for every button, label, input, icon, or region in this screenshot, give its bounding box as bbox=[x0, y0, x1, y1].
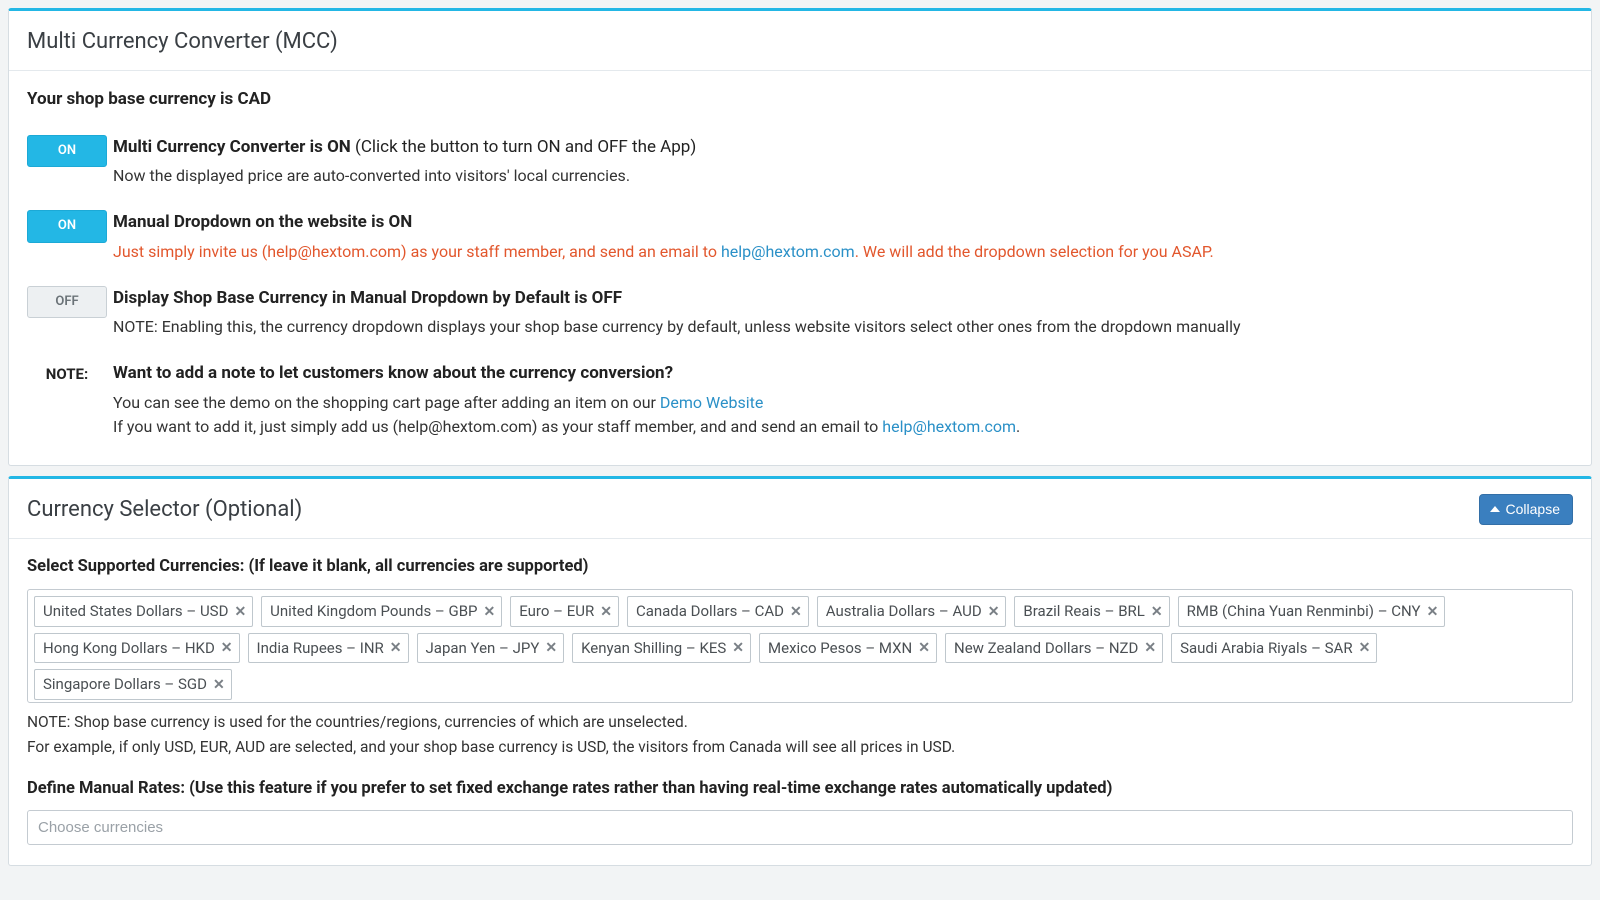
currency-tag: Canada Dollars – CAD ✕ bbox=[627, 596, 809, 627]
demo-website-link[interactable]: Demo Website bbox=[660, 393, 763, 412]
remove-tag-icon[interactable]: ✕ bbox=[234, 605, 246, 619]
setting-manual-dropdown: ON Manual Dropdown on the website is ON … bbox=[27, 210, 1573, 264]
toggle-display-base[interactable]: OFF bbox=[27, 286, 107, 319]
currency-tag-label: RMB (China Yuan Renminbi) – CNY bbox=[1187, 600, 1421, 623]
panel-mcc-body: Your shop base currency is CAD ON Multi … bbox=[9, 71, 1591, 465]
setting-manual-warn: Just simply invite us (help@hextom.com) … bbox=[113, 240, 1573, 264]
setting-app-title: Multi Currency Converter is ON (Click th… bbox=[113, 135, 1573, 161]
chevron-up-icon bbox=[1490, 506, 1500, 512]
currency-tag-label: Mexico Pesos – MXN bbox=[768, 637, 912, 660]
currency-tag: Japan Yen – JPY ✕ bbox=[417, 633, 565, 664]
currency-tag-label: Canada Dollars – CAD bbox=[636, 600, 784, 623]
remove-tag-icon[interactable]: ✕ bbox=[484, 605, 496, 619]
currency-tag-label: Kenyan Shilling – KES bbox=[581, 637, 726, 660]
toggle-manual-dropdown[interactable]: ON bbox=[27, 210, 107, 243]
currency-tag-label: United States Dollars – USD bbox=[43, 600, 228, 623]
remove-tag-icon[interactable]: ✕ bbox=[1151, 605, 1163, 619]
currency-tag-label: New Zealand Dollars – NZD bbox=[954, 637, 1138, 660]
panel-selector-body: Select Supported Currencies: (If leave i… bbox=[9, 539, 1591, 866]
note-title: Want to add a note to let customers know… bbox=[113, 361, 1573, 387]
currency-tag-label: Brazil Reais – BRL bbox=[1023, 600, 1144, 623]
remove-tag-icon[interactable]: ✕ bbox=[790, 605, 802, 619]
remove-tag-icon[interactable]: ✕ bbox=[221, 641, 233, 655]
currency-tag-label: Euro – EUR bbox=[519, 600, 594, 623]
setting-note: NOTE: Want to add a note to let customer… bbox=[27, 361, 1573, 439]
toggle-app[interactable]: ON bbox=[27, 135, 107, 168]
setting-app-desc: Now the displayed price are auto-convert… bbox=[113, 164, 1573, 188]
select-currencies-label: Select Supported Currencies: (If leave i… bbox=[27, 555, 1573, 580]
remove-tag-icon[interactable]: ✕ bbox=[600, 605, 612, 619]
currency-note-1: NOTE: Shop base currency is used for the… bbox=[27, 711, 1573, 734]
currency-tag: Euro – EUR ✕ bbox=[510, 596, 619, 627]
setting-display-base-desc: NOTE: Enabling this, the currency dropdo… bbox=[113, 315, 1573, 339]
note-line-1: You can see the demo on the shopping car… bbox=[113, 391, 1573, 415]
currency-tag: New Zealand Dollars – NZD ✕ bbox=[945, 633, 1163, 664]
setting-display-base: OFF Display Shop Base Currency in Manual… bbox=[27, 286, 1573, 340]
setting-manual-title: Manual Dropdown on the website is ON bbox=[113, 210, 1573, 236]
currency-tag: Brazil Reais – BRL ✕ bbox=[1014, 596, 1169, 627]
remove-tag-icon[interactable]: ✕ bbox=[988, 605, 1000, 619]
help-email-link[interactable]: help@hextom.com bbox=[721, 242, 855, 261]
currency-tag: Hong Kong Dollars – HKD ✕ bbox=[34, 633, 240, 664]
currency-tag: India Rupees – INR ✕ bbox=[248, 633, 409, 664]
remove-tag-icon[interactable]: ✕ bbox=[1144, 641, 1156, 655]
panel-mcc: Multi Currency Converter (MCC) Your shop… bbox=[8, 8, 1592, 466]
remove-tag-icon[interactable]: ✕ bbox=[1427, 605, 1439, 619]
collapse-button[interactable]: Collapse bbox=[1479, 494, 1573, 525]
currency-tag-label: Hong Kong Dollars – HKD bbox=[43, 637, 215, 660]
currency-note-2: For example, if only USD, EUR, AUD are s… bbox=[27, 736, 1573, 759]
currency-tag-label: Singapore Dollars – SGD bbox=[43, 673, 207, 696]
panel-selector-title: Currency Selector (Optional) bbox=[27, 493, 302, 526]
panel-currency-selector: Currency Selector (Optional) Collapse Se… bbox=[8, 476, 1592, 867]
remove-tag-icon[interactable]: ✕ bbox=[918, 641, 930, 655]
help-email-link-2[interactable]: help@hextom.com bbox=[882, 417, 1016, 436]
remove-tag-icon[interactable]: ✕ bbox=[732, 641, 744, 655]
base-currency-line: Your shop base currency is CAD bbox=[27, 87, 1573, 113]
currency-tag: Kenyan Shilling – KES ✕ bbox=[572, 633, 751, 664]
currency-tag: RMB (China Yuan Renminbi) – CNY ✕ bbox=[1178, 596, 1446, 627]
currency-tag: United States Dollars – USD ✕ bbox=[34, 596, 253, 627]
currency-tag-label: Japan Yen – JPY bbox=[426, 637, 540, 660]
remove-tag-icon[interactable]: ✕ bbox=[1359, 641, 1371, 655]
panel-mcc-header: Multi Currency Converter (MCC) bbox=[9, 11, 1591, 71]
remove-tag-icon[interactable]: ✕ bbox=[545, 641, 557, 655]
currency-tag: Singapore Dollars – SGD ✕ bbox=[34, 669, 232, 700]
setting-app-onoff: ON Multi Currency Converter is ON (Click… bbox=[27, 135, 1573, 189]
currency-tag: Saudi Arabia Riyals – SAR ✕ bbox=[1171, 633, 1377, 664]
remove-tag-icon[interactable]: ✕ bbox=[390, 641, 402, 655]
currency-tag-box[interactable]: United States Dollars – USD✕United Kingd… bbox=[27, 589, 1573, 703]
currency-tag: United Kingdom Pounds – GBP ✕ bbox=[261, 596, 502, 627]
panel-title: Multi Currency Converter (MCC) bbox=[27, 25, 338, 58]
currency-tag-label: Australia Dollars – AUD bbox=[826, 600, 982, 623]
currency-tag-label: Saudi Arabia Riyals – SAR bbox=[1180, 637, 1353, 660]
note-label: NOTE: bbox=[27, 361, 107, 386]
currency-tag-label: India Rupees – INR bbox=[257, 637, 384, 660]
remove-tag-icon[interactable]: ✕ bbox=[213, 678, 225, 692]
panel-selector-header: Currency Selector (Optional) Collapse bbox=[9, 479, 1591, 539]
currency-tag-label: United Kingdom Pounds – GBP bbox=[270, 600, 477, 623]
currency-tag: Australia Dollars – AUD ✕ bbox=[817, 596, 1007, 627]
currency-tag: Mexico Pesos – MXN ✕ bbox=[759, 633, 937, 664]
manual-rates-label: Define Manual Rates: (Use this feature i… bbox=[27, 777, 1573, 802]
note-line-2: If you want to add it, just simply add u… bbox=[113, 415, 1573, 439]
manual-rates-input[interactable] bbox=[27, 810, 1573, 845]
setting-display-base-title: Display Shop Base Currency in Manual Dro… bbox=[113, 286, 1573, 312]
